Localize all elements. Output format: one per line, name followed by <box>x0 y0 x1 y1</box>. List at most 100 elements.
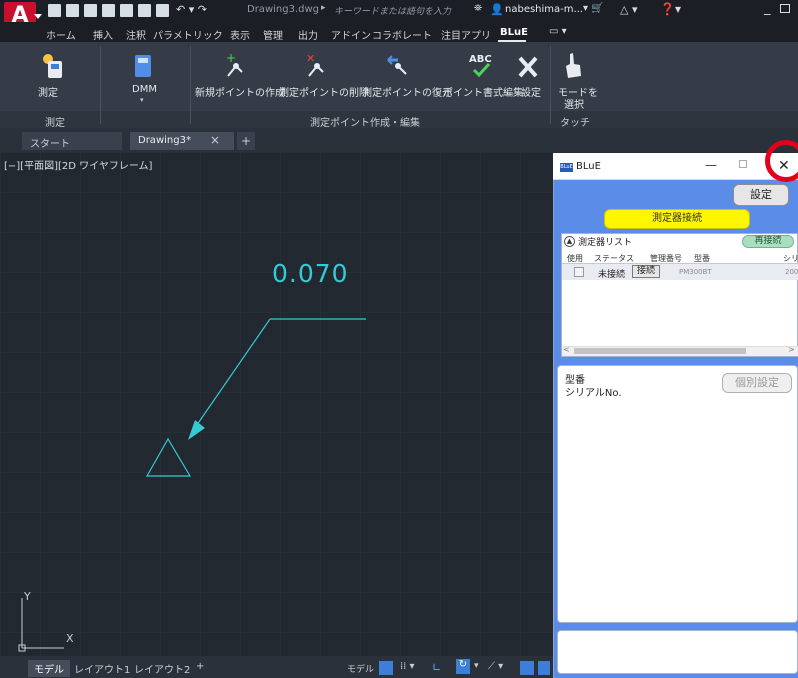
message-panel <box>557 630 798 674</box>
undo-icon[interactable]: ↶ ▾ ↷ <box>176 3 207 16</box>
ucs-y-label: Y <box>24 590 31 603</box>
search-input[interactable]: キーワードまたは語句を入力 <box>334 4 451 17</box>
tab-parametric[interactable]: パラメトリック <box>153 27 223 42</box>
ribbon-divider <box>190 46 191 124</box>
viewport-controls[interactable]: [−][平面図][2D ワイヤフレーム] <box>4 157 152 172</box>
serial-number-label: シリアルNo. <box>565 388 622 399</box>
settings-button-label[interactable]: 設定 <box>521 84 541 99</box>
group-label-measure: 測定 <box>45 118 65 129</box>
maximize-icon[interactable] <box>739 160 747 168</box>
new-point-button-label[interactable]: 新規ポイントの作成 <box>195 84 285 99</box>
tab-blue[interactable]: BLuE <box>500 27 528 38</box>
dmm-icon[interactable] <box>134 54 152 78</box>
binoculars-icon[interactable]: ⛯ <box>474 3 482 14</box>
dmm-button-label[interactable]: DMM <box>132 84 157 95</box>
new-point-icon[interactable]: + <box>222 52 250 80</box>
new-file-icon[interactable] <box>48 4 61 17</box>
group-label-touch: タッチ <box>560 118 590 129</box>
add-tab-icon[interactable]: + <box>237 132 255 150</box>
tab-insert[interactable]: 挿入 <box>93 27 113 42</box>
measurement-value-text[interactable]: 0.070 <box>272 259 349 288</box>
group-label-point-edit: 測定ポイント作成・編集 <box>310 118 420 129</box>
tab-start[interactable]: スタート <box>22 132 122 150</box>
user-icon[interactable]: 👤 <box>490 3 504 16</box>
snap-mode-icon[interactable]: ⁞⁞ ▾ <box>400 661 415 672</box>
tab-view[interactable]: 表示 <box>230 27 250 42</box>
app-minimize-icon[interactable]: _ <box>764 1 771 16</box>
point-format-icon[interactable]: ABC <box>466 52 496 80</box>
tab-drawing3-label: Drawing3* <box>138 135 191 146</box>
open-file-icon[interactable] <box>66 4 79 17</box>
tab-start-label: スタート <box>30 139 70 150</box>
print-icon[interactable] <box>156 4 169 17</box>
touch-hand-icon[interactable] <box>560 50 584 80</box>
scrollbar-thumb[interactable] <box>574 348 746 354</box>
app-maximize-icon[interactable] <box>780 4 790 13</box>
connect-device-button[interactable]: 測定器接続 <box>604 209 750 229</box>
ribbon-options-icon[interactable]: ▭ ▾ <box>549 26 567 37</box>
mode-select-line2[interactable]: 選択 <box>564 96 584 111</box>
isodraft-icon[interactable]: ⟋ ▾ <box>488 661 503 672</box>
ribbon-divider <box>550 46 551 124</box>
tab-addins[interactable]: アドイン <box>331 27 371 42</box>
tab-home[interactable]: ホーム <box>46 27 76 42</box>
scroll-right-icon[interactable]: > <box>788 345 795 354</box>
ortho-icon[interactable]: ∟ <box>432 661 441 674</box>
close-tab-icon[interactable]: × <box>210 133 220 147</box>
window-file-name: Drawing3.dwg <box>247 4 319 15</box>
search-arrow-icon: ▸ <box>321 3 326 13</box>
settings-tools-icon[interactable] <box>516 52 542 80</box>
delete-point-icon[interactable]: ✕ <box>303 52 331 80</box>
tab-manage[interactable]: 管理 <box>263 27 283 42</box>
row-connect-button[interactable]: 接続 <box>632 265 660 278</box>
tab-output[interactable]: 出力 <box>298 27 318 42</box>
plot-icon[interactable] <box>120 4 133 17</box>
settings-button[interactable]: 設定 <box>733 184 789 206</box>
use-checkbox[interactable] <box>574 267 584 277</box>
ucs-x-label: X <box>66 632 74 645</box>
collapse-chevron-icon[interactable]: ▲ <box>564 236 575 247</box>
app-menu-caret-icon[interactable] <box>34 14 42 19</box>
layout-tab-layout1[interactable]: レイアウト1 <box>68 660 136 677</box>
user-name[interactable]: nabeshima-m... <box>505 4 583 15</box>
model-space-indicator[interactable]: モデル <box>347 662 374 675</box>
osnap-icon[interactable] <box>538 661 550 675</box>
grid-display-icon[interactable] <box>379 661 393 675</box>
delete-point-button-label[interactable]: 測定ポイントの削除 <box>279 84 369 99</box>
scroll-left-icon[interactable]: < <box>563 345 570 354</box>
polar-tracking-icon[interactable]: ↻ <box>456 659 470 674</box>
individual-settings-button[interactable]: 個別設定 <box>722 373 792 393</box>
measure-button-label[interactable]: 測定 <box>38 84 58 99</box>
sheet-icon[interactable] <box>138 4 151 17</box>
svg-text:ABC: ABC <box>469 54 492 65</box>
polar-dropdown-icon[interactable]: ▾ <box>474 661 479 671</box>
ribbon-divider <box>100 46 101 124</box>
reconnect-button[interactable]: 再接続 <box>742 235 794 248</box>
layout-tab-model[interactable]: モデル <box>28 660 70 677</box>
tab-featured-apps[interactable]: 注目アプリ <box>441 27 491 42</box>
cart-icon[interactable]: ▾ 🛒 <box>583 3 604 14</box>
device-status: 未接続 <box>598 270 626 280</box>
a360-icon[interactable]: △ ▾ <box>620 3 637 16</box>
layout-tab-layout2[interactable]: レイアウト2 <box>128 660 196 677</box>
device-model: PM300BT <box>679 268 712 276</box>
blue-window-title: BLuE <box>576 161 601 172</box>
minimize-icon[interactable]: — <box>705 158 717 172</box>
dmm-dropdown-icon[interactable]: ▾ <box>140 96 144 104</box>
device-serial: 200 <box>785 268 798 276</box>
object-snap-tracking-icon[interactable] <box>520 661 534 675</box>
add-layout-icon[interactable]: + <box>190 660 210 673</box>
restore-point-button-label[interactable]: 測定ポイントの復元 <box>362 84 452 99</box>
save-icon[interactable] <box>84 4 97 17</box>
restore-point-icon[interactable] <box>384 52 412 80</box>
svg-text:✕: ✕ <box>306 52 315 65</box>
help-icon[interactable]: ❓▾ <box>660 2 681 16</box>
point-format-button-label[interactable]: ポイント書式編集 <box>443 84 523 99</box>
blue-app-icon: BLuE <box>560 163 573 172</box>
tab-collaborate[interactable]: コラボレート <box>372 27 432 42</box>
save-as-icon[interactable] <box>102 4 115 17</box>
tab-annotate[interactable]: 注釈 <box>126 27 146 42</box>
measure-icon[interactable] <box>40 52 66 80</box>
device-detail-panel <box>557 365 798 623</box>
svg-text:+: + <box>226 52 236 65</box>
